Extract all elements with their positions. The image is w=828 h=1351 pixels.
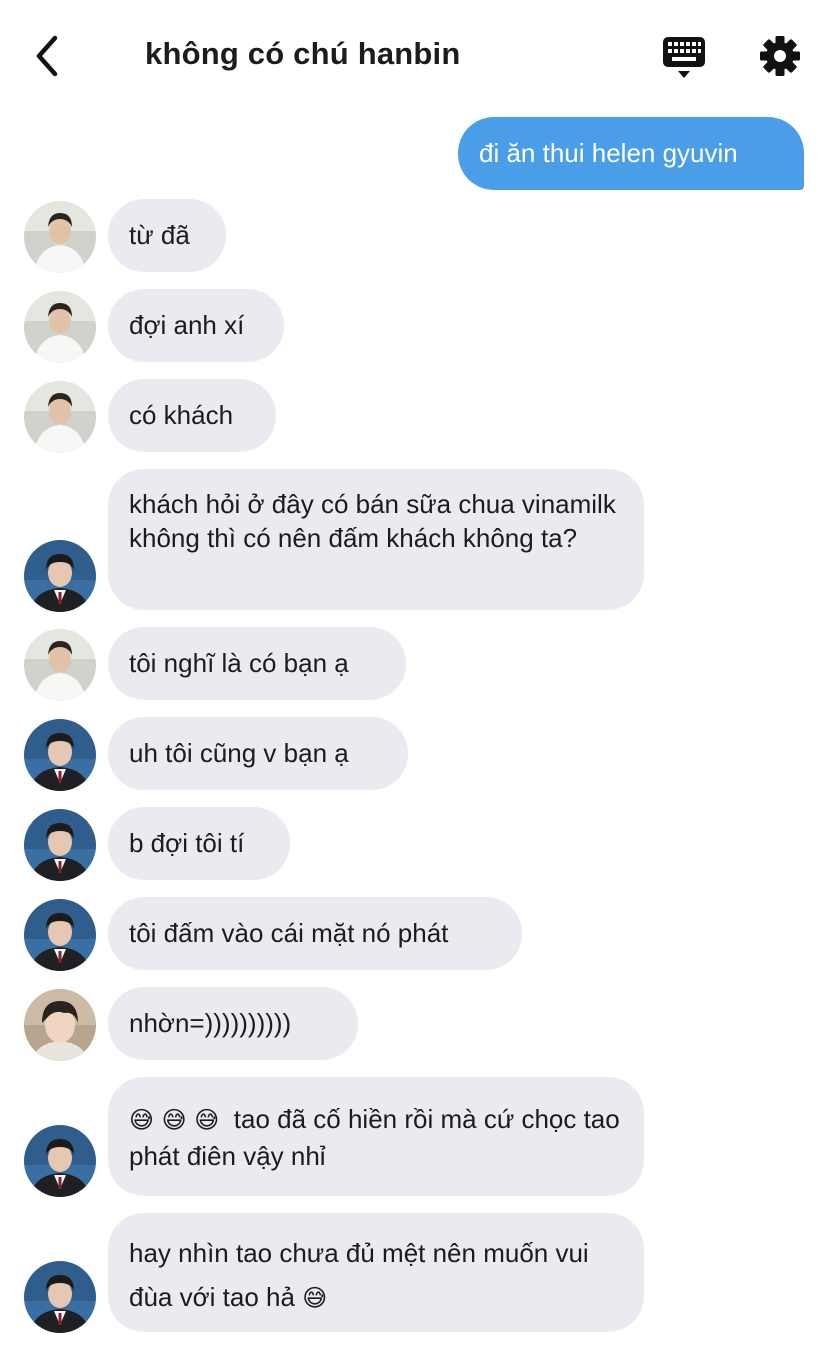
message-text: hay nhìn tao chưa đủ mệt nên muốn vui đù… — [129, 1238, 589, 1312]
received-message-bubble[interactable]: 😅 😅 😅 tao đã cố hiền rồi mà cứ chọc tao … — [108, 1077, 644, 1196]
received-message-bubble[interactable]: hay nhìn tao chưa đủ mệt nên muốn vui đù… — [108, 1213, 644, 1332]
received-message-bubble[interactable]: uh tôi cũng v bạn ạ — [108, 717, 408, 790]
avatar[interactable] — [24, 540, 96, 612]
message-text: nhờn=)))))))))) — [129, 1008, 292, 1038]
message-text: b đợi tôi tí — [129, 828, 245, 858]
sweat-smile-emoji: 😅 — [302, 1284, 328, 1312]
message-text: tôi đấm vào cái mặt nó phát — [129, 918, 449, 948]
received-message-bubble[interactable]: nhờn=)))))))))) — [108, 987, 358, 1060]
chevron-left-icon — [36, 35, 58, 77]
keyboard-icon — [663, 37, 705, 78]
back-button[interactable] — [26, 34, 66, 78]
message-text: tôi nghĩ là có bạn ạ — [129, 648, 349, 678]
avatar[interactable] — [24, 809, 96, 881]
message-text: từ đã — [129, 220, 190, 250]
received-message-bubble[interactable]: tôi nghĩ là có bạn ạ — [108, 627, 406, 700]
sweat-smile-emoji: 😅 😅 😅 — [129, 1106, 220, 1134]
message-text: đợi anh xí — [129, 310, 245, 340]
message-text: khách hỏi ở đây có bán sữa chua vinamilk… — [129, 489, 616, 553]
chat-title: không có chú hanbin — [145, 36, 461, 71]
chat-header: không có chú hanbin — [0, 0, 828, 110]
keyboard-button[interactable] — [662, 36, 706, 80]
received-message-bubble[interactable]: tôi đấm vào cái mặt nó phát — [108, 897, 522, 970]
message-text: uh tôi cũng v bạn ạ — [129, 738, 349, 768]
settings-button[interactable] — [758, 34, 802, 78]
received-message-bubble[interactable]: từ đã — [108, 199, 226, 272]
avatar[interactable] — [24, 381, 96, 453]
avatar[interactable] — [24, 1125, 96, 1197]
gear-icon — [760, 36, 800, 76]
avatar[interactable] — [24, 989, 96, 1061]
received-message-bubble[interactable]: có khách — [108, 379, 276, 452]
received-message-bubble[interactable]: khách hỏi ở đây có bán sữa chua vinamilk… — [108, 469, 644, 610]
message-text: có khách — [129, 400, 234, 430]
avatar[interactable] — [24, 719, 96, 791]
avatar[interactable] — [24, 1261, 96, 1333]
avatar[interactable] — [24, 629, 96, 701]
received-message-bubble[interactable]: đợi anh xí — [108, 289, 284, 362]
avatar[interactable] — [24, 899, 96, 971]
avatar[interactable] — [24, 291, 96, 363]
sent-message-bubble[interactable]: đi ăn thui helen gyuvin — [458, 117, 804, 190]
avatar[interactable] — [24, 201, 96, 273]
message-text: đi ăn thui helen gyuvin — [479, 138, 738, 168]
received-message-bubble[interactable]: b đợi tôi tí — [108, 807, 290, 880]
